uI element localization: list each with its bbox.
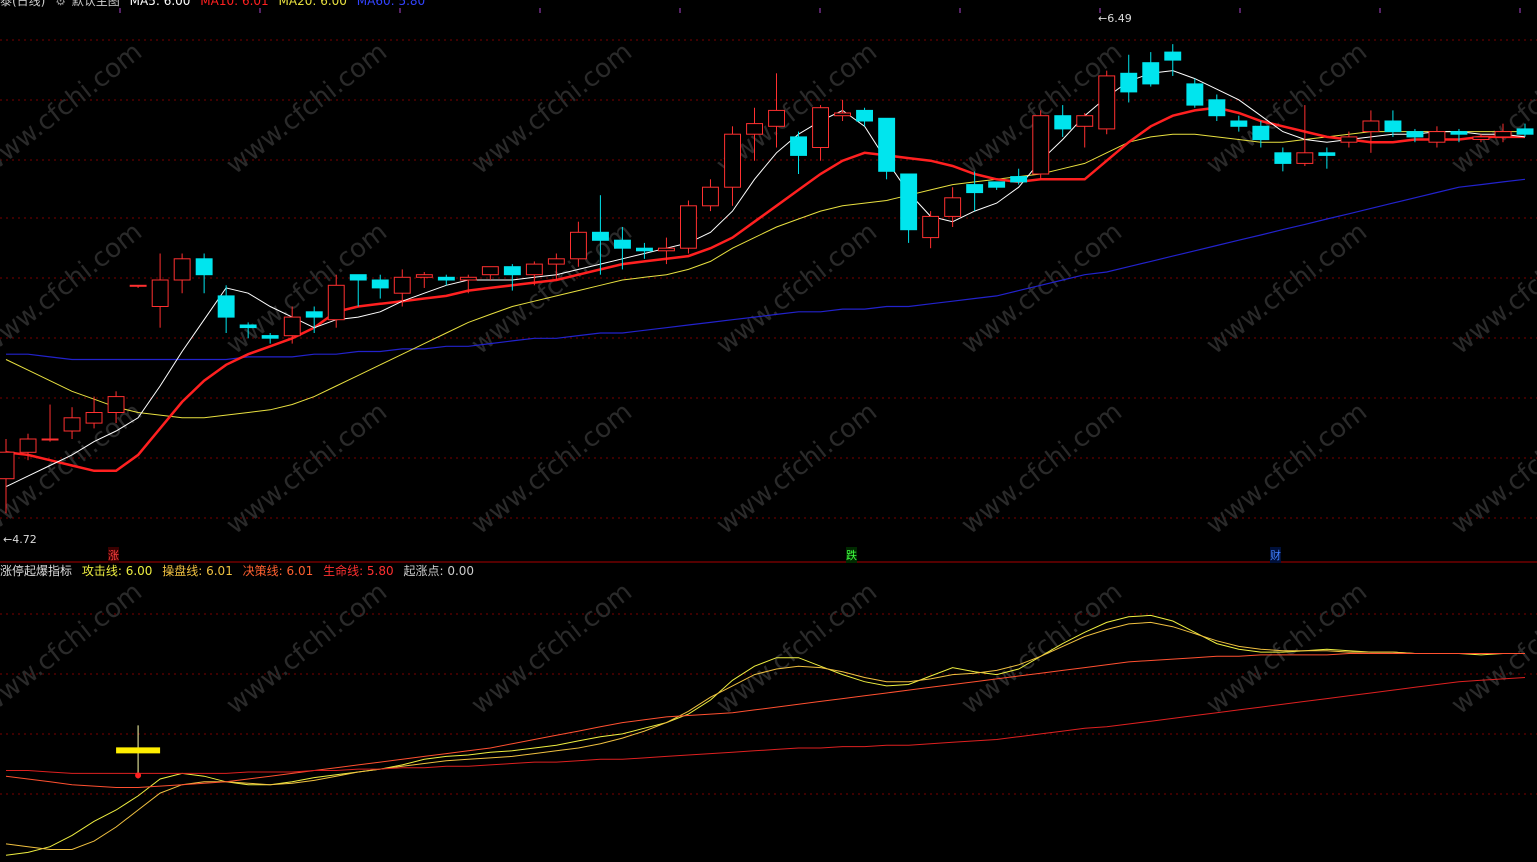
candle-body-up [1340, 136, 1358, 143]
candle-body-up [1362, 120, 1380, 133]
candle-body-up [944, 197, 962, 217]
candle-body-down [1054, 115, 1072, 130]
candle-body-down [1120, 72, 1138, 93]
candle-body-down [1318, 152, 1336, 156]
candle-body-down [305, 311, 323, 318]
candle-body-down [1406, 131, 1424, 138]
candle-body-up [415, 274, 433, 278]
candle-body-down [592, 231, 609, 241]
candle-body-up [129, 284, 147, 287]
low-price-label: ←4.72 [3, 533, 37, 546]
chart-canvas[interactable]: www.cfchi.com www.cfchi.com www.cfchi.com w… [0, 0, 1537, 862]
candle-body-up [1098, 75, 1116, 130]
signal-bar [116, 747, 161, 754]
candle-body-up [768, 109, 785, 127]
finance-marker[interactable]: 财 [1270, 547, 1281, 563]
ma10-value: MA10: 6.01 [200, 0, 269, 8]
candle-body-down [217, 295, 235, 318]
candle-body-down [856, 109, 873, 122]
candle-body-down [261, 335, 279, 339]
candle-body-up [547, 258, 565, 265]
rise-marker[interactable]: 涨 [108, 547, 119, 563]
gear-icon[interactable]: ⚙ [55, 0, 66, 8]
candle-body-up [1472, 136, 1490, 140]
candle-body-up [680, 205, 697, 249]
life-line-value: 生命线: 5.80 [323, 564, 394, 578]
fall-marker[interactable]: 跌 [846, 547, 857, 563]
candle-body-up [724, 133, 741, 188]
candle-body-up [0, 451, 15, 480]
candle-body-up [570, 231, 587, 260]
candle-body-up [173, 258, 191, 281]
candle-body-down [636, 247, 653, 252]
candle-body-down [966, 184, 984, 194]
candle-body-up [525, 263, 543, 276]
candle-body-down [1274, 152, 1292, 164]
candle-body-down [1142, 62, 1160, 85]
candle-body-up [327, 284, 345, 321]
candle-body-up [63, 417, 81, 432]
template-name[interactable]: 默认主图 [72, 0, 120, 8]
candle-body-down [503, 266, 521, 276]
signal-dot [135, 772, 142, 779]
candle-body-up [658, 247, 675, 252]
candle-body-down [790, 136, 807, 156]
decision-line-value: 决策线: 6.01 [242, 564, 314, 578]
candle-body-down [371, 279, 389, 289]
candle-body-down [1186, 83, 1204, 106]
candle-body-down [1010, 176, 1028, 183]
candle-body-down [614, 239, 631, 249]
candle-body-down [349, 274, 367, 281]
indicator-legend: 涨停起爆指标 攻击线: 6.00 操盘线: 6.01 决策线: 6.01 生命线… [0, 564, 480, 578]
candle-body-down [878, 117, 896, 172]
candle-body-up [481, 266, 499, 276]
ma5-value: MA5: 6.00 [129, 0, 191, 8]
candle-body-down [1230, 120, 1248, 127]
high-price-label: ←6.49 [1098, 12, 1132, 25]
control-line-value: 操盘线: 6.01 [162, 564, 233, 578]
candle-body-down [239, 324, 257, 329]
ma20-value: MA20: 6.00 [278, 0, 347, 8]
candle-body-down [195, 258, 213, 276]
stock-name: 泰(日线) [0, 0, 46, 8]
candle-body-down [437, 276, 455, 281]
candle-body-down [1208, 99, 1226, 117]
candle-body-up [283, 316, 301, 337]
candle-body-up [812, 107, 829, 148]
candle-body-up [1076, 115, 1094, 127]
ma60-value: MA60: 5.80 [356, 0, 426, 8]
candle-body-up [151, 279, 169, 307]
candle-body-up [41, 438, 59, 441]
candle-body-up [922, 215, 940, 239]
candle-body-up [1428, 131, 1446, 143]
candle-body-up [19, 438, 37, 453]
candle-body-up [1494, 131, 1512, 138]
main-legend: 泰(日线) ⚙ 默认主图 MA5: 6.00 MA10: 6.01 MA20: … [0, 0, 431, 8]
candle-body-up [393, 276, 411, 294]
candle-body-down [1252, 125, 1270, 141]
candle-body-up [1296, 152, 1314, 164]
candle-body-down [1164, 51, 1182, 61]
candle-body-down [1516, 128, 1534, 135]
candle-body-up [702, 186, 719, 207]
candle-body-down [1450, 131, 1468, 135]
candle-body-down [1384, 120, 1402, 133]
candle-body-up [746, 123, 763, 135]
candle-body-up [85, 412, 103, 424]
candle-body-down [900, 173, 918, 231]
candle-body-up [459, 276, 477, 281]
indicator-name[interactable]: 涨停起爆指标 [0, 564, 72, 578]
candle-body-up [834, 112, 851, 117]
candle-body-down [988, 181, 1006, 188]
attack-line-value: 攻击线: 6.00 [81, 564, 153, 578]
candle-body-up [107, 396, 125, 414]
start-point-value: 起涨点: 0.00 [403, 564, 475, 578]
candle-body-up [1032, 115, 1050, 175]
